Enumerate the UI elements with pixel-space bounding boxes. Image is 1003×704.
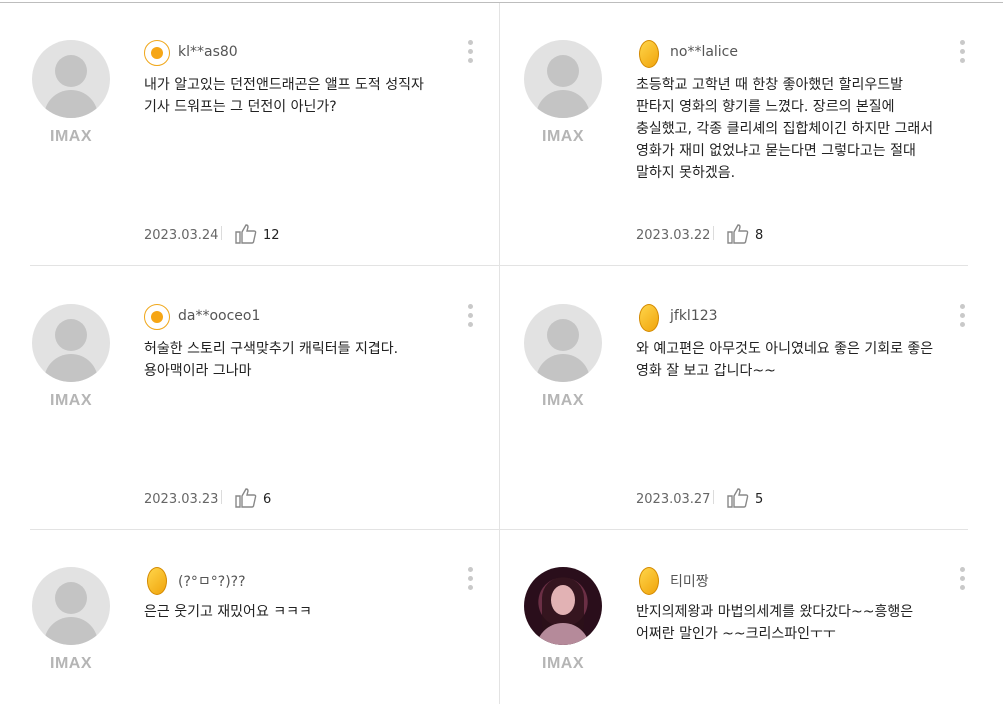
- top-border: [0, 2, 1003, 3]
- separator: [221, 490, 222, 504]
- separator: [713, 226, 714, 240]
- like-count: 8: [755, 228, 764, 243]
- separator: [713, 490, 714, 504]
- review-card: IMAX (?°ㅁ°?)?? 은근 웃기고 재밌어요 ㅋㅋㅋ: [32, 567, 502, 704]
- username[interactable]: (?°ㅁ°?)??: [178, 571, 246, 591]
- like-count: 12: [263, 228, 280, 243]
- imax-badge: IMAX: [542, 392, 584, 409]
- review-text: 허술한 스토리 구색맞추기 캐릭터들 지겹다. 용아맥이라 그나마: [144, 341, 399, 379]
- username[interactable]: 티미짱: [670, 571, 709, 591]
- review-card: IMAX da**ooceo1 허술한 스토리 구색맞추기 캐릭터들 지겹다. …: [32, 304, 502, 566]
- like-count: 6: [263, 492, 272, 507]
- golden-egg-grade-icon: [144, 567, 170, 595]
- egg-grade-icon: [144, 40, 170, 68]
- thumbs-up-icon[interactable]: [235, 488, 257, 508]
- review-date: 2023.03.23: [144, 492, 219, 507]
- review-date: 2023.03.24: [144, 228, 219, 243]
- username[interactable]: no**lalice: [670, 44, 738, 60]
- review-text: 초등학교 고학년 때 한창 좋아했던 할리우드발 판타지 영화의 향기를 느꼈다…: [636, 77, 934, 181]
- review-text: 와 예고편은 아무것도 아니였네요 좋은 기회로 좋은 영화 잘 보고 갑니다~…: [636, 341, 934, 379]
- review-text: 반지의제왕과 마법의세계를 왔다갔다~~흥행은 어쩌란 말인가 ~~크리스파인ㅜ…: [636, 604, 914, 642]
- username[interactable]: da**ooceo1: [178, 308, 260, 324]
- thumbs-up-icon[interactable]: [727, 488, 749, 508]
- more-options-icon[interactable]: [466, 304, 474, 332]
- review-card: IMAX jfkl123 와 예고편은 아무것도 아니였네요 좋은 기회로 좋은…: [524, 304, 994, 566]
- review-card: IMAX 티미짱 반지의제왕과 마법의세계를 왔다갔다~~흥행은 어쩌란 말인가…: [524, 567, 994, 704]
- default-avatar-icon[interactable]: [32, 40, 110, 118]
- golden-egg-grade-icon: [636, 567, 662, 595]
- review-list: IMAX kl**as80 내가 알고있는 던전앤드래곤은 앨프 도적 성직자 …: [0, 0, 1003, 704]
- review-card: IMAX no**lalice 초등학교 고학년 때 한창 좋아했던 할리우드발…: [524, 40, 994, 302]
- default-avatar-icon[interactable]: [524, 40, 602, 118]
- default-avatar-icon[interactable]: [32, 567, 110, 645]
- review-text: 은근 웃기고 재밌어요 ㅋㅋㅋ: [144, 604, 312, 620]
- default-avatar-icon[interactable]: [524, 304, 602, 382]
- username[interactable]: jfkl123: [670, 308, 718, 324]
- like-count: 5: [755, 492, 764, 507]
- review-date: 2023.03.22: [636, 228, 711, 243]
- review-date: 2023.03.27: [636, 492, 711, 507]
- more-options-icon[interactable]: [958, 304, 966, 332]
- username[interactable]: kl**as80: [178, 44, 238, 60]
- separator: [221, 226, 222, 240]
- golden-egg-grade-icon: [636, 304, 662, 332]
- more-options-icon[interactable]: [466, 40, 474, 68]
- profile-photo-avatar[interactable]: [524, 567, 602, 645]
- more-options-icon[interactable]: [466, 567, 474, 595]
- more-options-icon[interactable]: [958, 40, 966, 68]
- imax-badge: IMAX: [50, 128, 92, 145]
- imax-badge: IMAX: [50, 392, 92, 409]
- imax-badge: IMAX: [50, 655, 92, 672]
- more-options-icon[interactable]: [958, 567, 966, 595]
- golden-egg-grade-icon: [636, 40, 662, 68]
- imax-badge: IMAX: [542, 128, 584, 145]
- imax-badge: IMAX: [542, 655, 584, 672]
- default-avatar-icon[interactable]: [32, 304, 110, 382]
- egg-grade-icon: [144, 304, 170, 332]
- thumbs-up-icon[interactable]: [235, 224, 257, 244]
- thumbs-up-icon[interactable]: [727, 224, 749, 244]
- review-text: 내가 알고있는 던전앤드래곤은 앨프 도적 성직자 기사 드워프는 그 던전이 …: [144, 77, 424, 115]
- review-card: IMAX kl**as80 내가 알고있는 던전앤드래곤은 앨프 도적 성직자 …: [32, 40, 502, 302]
